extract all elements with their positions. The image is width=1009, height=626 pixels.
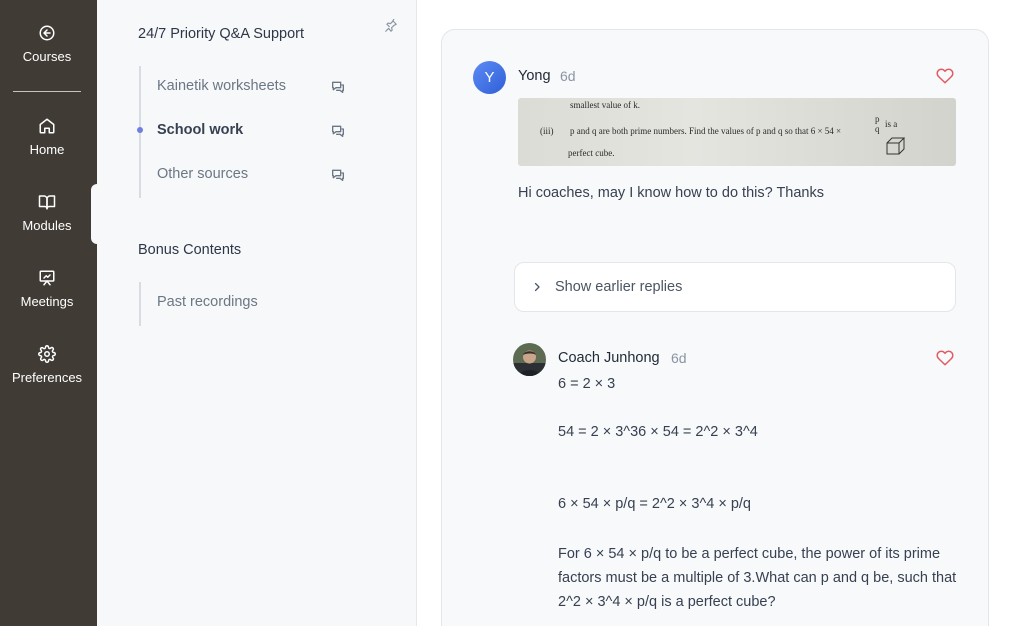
home-icon	[39, 118, 55, 134]
avatar: Y	[473, 61, 506, 94]
chat-bubbles-icon	[332, 125, 344, 137]
nav-item-other-sources[interactable]: Other sources	[157, 166, 357, 182]
rail-item-label: Modules	[22, 218, 72, 233]
cube-sketch-icon	[886, 137, 906, 155]
pin-icon[interactable]	[384, 19, 398, 33]
rail-item-label: Preferences	[11, 370, 83, 385]
question-image[interactable]: smallest value of k. (iii) p and q are b…	[518, 98, 956, 166]
gear-icon	[38, 345, 56, 363]
book-open-icon	[38, 195, 56, 210]
reply-line: 6 × 54 × p/q = 2^2 × 3^4 × p/q	[558, 496, 751, 512]
nav-section-title: 24/7 Priority Q&A Support	[138, 26, 305, 42]
reply-paragraph: For 6 × 54 × p/q to be a perfect cube, t…	[558, 546, 957, 610]
nav-tree-line	[139, 282, 141, 326]
image-text: (iii)	[540, 126, 554, 136]
nav-item-past-recordings[interactable]: Past recordings	[157, 294, 357, 310]
show-earlier-replies-label: Show earlier replies	[555, 279, 683, 295]
image-fraction: pq	[875, 114, 880, 134]
rail-item-modules[interactable]: Modules	[0, 193, 94, 233]
heart-icon[interactable]	[936, 67, 954, 85]
avatar	[513, 343, 546, 376]
rail-divider	[13, 91, 81, 92]
rail-item-meetings[interactable]: Meetings	[0, 269, 94, 309]
chat-bubbles-icon	[332, 81, 344, 93]
module-nav: 24/7 Priority Q&A Support Kainetik works…	[97, 0, 417, 626]
presentation-icon	[39, 270, 55, 286]
post-text: Hi coaches, may I know how to do this? T…	[518, 185, 824, 201]
chevron-right-icon	[534, 282, 540, 292]
chat-bubbles-icon	[332, 169, 344, 181]
rail-item-label: Home	[29, 142, 65, 157]
rail-item-preferences[interactable]: Preferences	[0, 345, 94, 385]
reply-time: 6d	[671, 350, 687, 366]
post-author: Yong	[518, 68, 551, 84]
nav-item-kainetik-worksheets[interactable]: Kainetik worksheets	[157, 78, 357, 94]
image-text: p and q are both prime numbers. Find the…	[570, 126, 842, 136]
rail-item-courses[interactable]: Courses	[0, 24, 94, 64]
image-text: is a	[885, 119, 898, 129]
rail-item-label: Courses	[22, 49, 72, 64]
show-earlier-replies-button[interactable]: Show earlier replies	[514, 262, 956, 312]
post-time: 6d	[560, 68, 576, 84]
reply-line: 54 = 2 × 3^36 × 54 = 2^2 × 3^4	[558, 424, 758, 440]
reply-line: 6 = 2 × 3	[558, 376, 616, 392]
nav-section-title: Bonus Contents	[138, 242, 242, 258]
main-rail: Courses Home Modules Meetings Preference…	[0, 0, 97, 626]
reply-author: Coach Junhong	[558, 350, 660, 366]
arrow-left-circle-icon	[39, 25, 55, 41]
rail-item-home[interactable]: Home	[0, 117, 94, 157]
active-dot	[137, 127, 143, 133]
image-text: perfect cube.	[568, 148, 615, 158]
image-text: smallest value of k.	[570, 100, 640, 110]
rail-item-label: Meetings	[20, 294, 74, 309]
heart-icon[interactable]	[936, 349, 954, 367]
nav-item-school-work[interactable]: School work	[157, 122, 357, 138]
